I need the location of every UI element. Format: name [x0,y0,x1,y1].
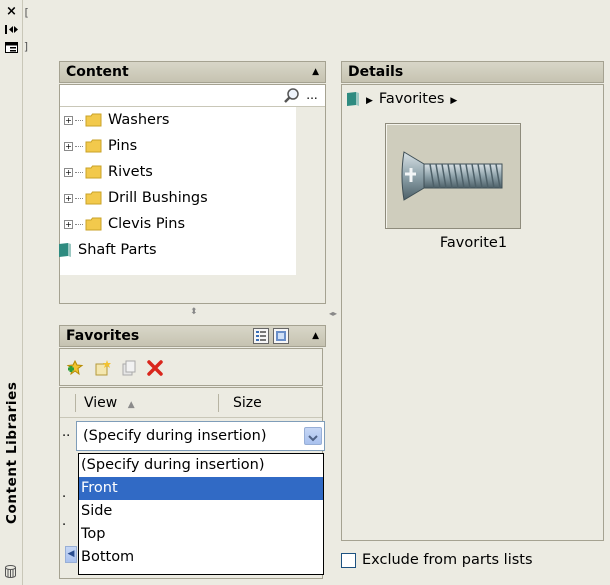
folder-icon [85,113,102,127]
option-side[interactable]: Side [79,500,323,523]
expand-icon[interactable]: + [64,167,73,177]
add-favorite-icon[interactable] [66,359,84,377]
horizontal-splitter-handle[interactable]: ⬍ [190,307,198,317]
breadcrumb-arrow-icon[interactable]: ▶ [366,96,373,106]
column-header-size[interactable]: Size [233,388,262,418]
option-front[interactable]: Front [79,477,323,500]
row-marker: . [62,514,67,529]
delete-icon[interactable] [146,359,164,377]
thumbnail-view-icon[interactable] [273,328,289,350]
tree-item-pins[interactable]: + Pins [64,133,137,159]
option-bottom[interactable]: Bottom [79,546,323,569]
tree-item-washers[interactable]: + Washers [64,107,169,133]
tree-item-clevis-pins[interactable]: + Clevis Pins [64,211,185,237]
list-view-icon[interactable] [253,328,269,350]
vertical-splitter-handle[interactable]: ◂▸ [329,309,337,318]
favorites-panel-title: Favorites [66,328,140,344]
tree-item-drill-bushings[interactable]: + Drill Bushings [64,185,208,211]
favorite-thumbnail[interactable] [385,123,521,229]
exclude-checkbox[interactable] [341,552,356,568]
auto-hide-icon[interactable] [4,22,19,37]
details-panel-header: Details [341,61,604,83]
book-icon [347,92,359,106]
favorites-table-header: View ▲ Size [60,388,322,418]
scroll-left-button[interactable]: ◀ [65,546,77,563]
folder-icon [85,217,102,231]
sort-ascending-icon: ▲ [127,400,135,410]
palette-title: Content Libraries [4,381,20,524]
folder-icon [85,191,102,205]
breadcrumb-arrow-icon[interactable]: ▶ [450,96,457,106]
breadcrumb: ▶ Favorites ▶ [346,91,457,107]
details-panel-title: Details [348,64,404,80]
content-panel-title: Content [66,64,129,80]
row-marker: . [62,486,67,501]
collapse-arrow-icon[interactable]: ▲ [312,326,319,346]
content-panel: ... + Washers + Pins + Rivets + Drill Bushin… [59,84,326,304]
new-favorite-icon[interactable] [94,359,112,377]
column-header-view[interactable]: View ▲ [84,388,135,420]
folder-icon [85,165,102,179]
bracket-decoration: [ [23,6,30,19]
row-marker: .. [62,425,71,440]
favorites-toolbar [59,348,323,386]
close-icon[interactable]: × [4,4,19,19]
expand-icon[interactable]: + [64,115,73,125]
book-icon [59,243,71,257]
library-icon[interactable] [3,564,18,579]
folder-icon [85,139,102,153]
view-select[interactable]: (Specify during insertion) [76,421,325,451]
search-icon[interactable] [283,87,301,105]
chevron-down-icon[interactable] [304,427,322,445]
tree-item-shaft-parts[interactable]: Shaft Parts [58,237,157,263]
exclude-from-parts-lists[interactable]: Exclude from parts lists [341,548,533,572]
more-button[interactable]: ... [303,85,321,105]
tree-item-rivets[interactable]: + Rivets [64,159,153,185]
properties-icon[interactable] [4,40,19,55]
expand-icon[interactable]: + [64,141,73,151]
favorites-panel-header[interactable]: Favorites ▲ [59,325,326,347]
copy-icon[interactable] [120,359,138,377]
bracket-decoration: ] [23,40,30,53]
view-dropdown-list: (Specify during insertion) Front Side To… [78,453,324,575]
screw-icon [401,151,503,201]
content-tree: + Washers + Pins + Rivets + Drill Bushings +… [58,107,296,275]
palette-title-strip: × Content Libraries [0,0,23,585]
collapse-arrow-icon[interactable]: ▲ [312,62,319,82]
content-panel-header[interactable]: Content ▲ [59,61,326,83]
breadcrumb-favorites[interactable]: Favorites [379,91,445,107]
option-specify-during-insertion[interactable]: (Specify during insertion) [79,454,323,477]
favorite-item-label[interactable]: Favorite1 [342,235,605,251]
expand-icon[interactable]: + [64,193,73,203]
details-panel: ▶ Favorites ▶ Favorite1 [341,84,604,541]
option-top[interactable]: Top [79,523,323,546]
expand-icon[interactable]: + [64,219,73,229]
